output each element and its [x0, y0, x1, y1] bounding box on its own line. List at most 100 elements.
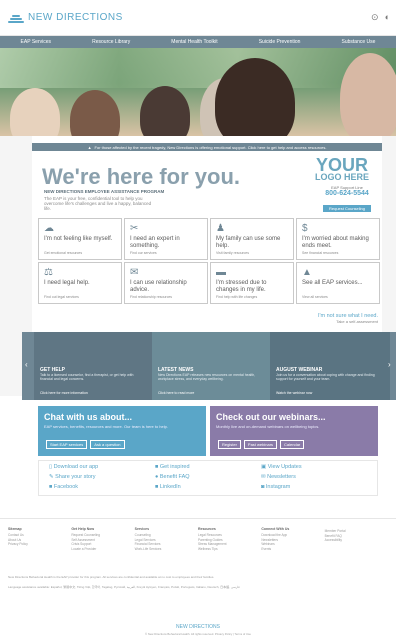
- calendar-button[interactable]: Calendar: [280, 440, 305, 449]
- tile-link[interactable]: Find our services: [130, 251, 157, 255]
- quick-link-instagram[interactable]: ◙ Instagram: [261, 484, 367, 494]
- hero-person: [70, 90, 120, 136]
- money-icon: $: [302, 223, 308, 234]
- hero-person: [340, 53, 396, 136]
- footer-bottom: NEW DIRECTIONS © New Directions Behavior…: [0, 624, 396, 636]
- tile-expert[interactable]: ✂ I need an expert in something. Find our …: [124, 218, 208, 260]
- tile-link[interactable]: Visit family resources: [216, 251, 249, 255]
- footer-link[interactable]: Work-Life Services: [135, 547, 198, 552]
- quick-link-label: Instagram: [265, 484, 291, 490]
- carousel-prev-icon[interactable]: ‹: [25, 360, 28, 369]
- quick-link-story[interactable]: ✎ Share your story: [49, 474, 155, 484]
- logo-mark-icon: [8, 13, 24, 23]
- carousel-link[interactable]: Click here to read more: [158, 391, 194, 395]
- quick-link-label: Download our app: [53, 464, 99, 470]
- support-phone[interactable]: 800-624-5544: [322, 190, 372, 197]
- tile-link[interactable]: See financial resources: [302, 251, 338, 255]
- quick-link-updates[interactable]: ▣ View Updates: [261, 464, 367, 474]
- hero-background: [0, 48, 396, 88]
- family-icon: ♟: [216, 223, 225, 234]
- quick-link-label: Benefit FAQ: [159, 474, 190, 480]
- main-nav: EAP Services Resource Library Mental Hea…: [0, 36, 396, 48]
- quick-link-label: Get inspired: [159, 464, 190, 470]
- register-button[interactable]: Register: [218, 440, 241, 449]
- footer-link[interactable]: Privacy Policy: [8, 542, 71, 547]
- tile-relationship[interactable]: ✉ I can use relationship advice. Find rela…: [124, 262, 208, 304]
- program-title: NEW DIRECTIONS EMPLOYEE ASSISTANCE PROGR…: [44, 189, 165, 194]
- program-description: The EAP is your free, confidential tool …: [44, 196, 152, 211]
- client-logo-line2: LOGO HERE: [314, 172, 369, 182]
- client-logo: YOUR LOGO HERE: [312, 156, 372, 182]
- brand-logo[interactable]: NEW DIRECTIONS: [8, 12, 123, 23]
- footer-logo[interactable]: NEW DIRECTIONS: [0, 624, 396, 630]
- past-webinars-button[interactable]: Past webinars: [243, 440, 278, 449]
- hero-image: [0, 48, 396, 136]
- ask-question-button[interactable]: Ask a question: [90, 440, 125, 449]
- carousel-next-icon[interactable]: ›: [388, 360, 391, 369]
- nav-item-mental-health[interactable]: Mental Health Toolkit: [171, 39, 217, 45]
- footer-col-head: Connect With Us: [261, 527, 290, 531]
- quick-link-faq[interactable]: ● Benefit FAQ: [155, 474, 261, 484]
- tile-family[interactable]: ♟ My family can use some help. Visit famil…: [210, 218, 294, 260]
- tile-link[interactable]: Get emotional resources: [44, 251, 82, 255]
- carousel-panel-get-help[interactable]: GET HELP Talk to a licensed counselor, f…: [34, 332, 154, 400]
- carousel-desc: Talk to a licensed counselor, find a the…: [40, 373, 134, 381]
- quick-link-label: Newsletters: [267, 474, 296, 480]
- hero-box: We're here for you. NEW DIRECTIONS EMPLO…: [32, 151, 382, 212]
- warning-icon: ▲: [87, 144, 92, 150]
- footer-col: Sitemap Contact Us About Us Privacy Poli…: [8, 527, 71, 551]
- webinar-card-title: Check out our webinars...: [216, 412, 326, 422]
- top-icons: ⊙ ◐: [371, 12, 390, 23]
- top-bar: NEW DIRECTIONS ⊙ ◐: [0, 0, 396, 36]
- carousel-link[interactable]: Watch the webinar now: [276, 391, 312, 395]
- quick-link-app[interactable]: ▯ Download our app: [49, 464, 155, 474]
- chat-card-desc: EAP services, benefits, resources and mo…: [44, 424, 168, 429]
- tile-text: I need an expert in something.: [130, 236, 180, 249]
- carousel-panel-webinar[interactable]: AUGUST WEBINAR Join us for a conversatio…: [270, 332, 390, 400]
- carousel-panel-news[interactable]: LATEST NEWS New Directions EAP releases …: [152, 332, 272, 400]
- page-title: We're here for you.: [42, 164, 240, 189]
- footer-link[interactable]: Locate a Provider: [71, 547, 134, 552]
- tile-stress[interactable]: ▬ I'm stressed due to changes in my life.…: [210, 262, 294, 304]
- tile-not-feeling-myself[interactable]: ☁ I'm not feeling like myself. Get emotion…: [38, 218, 122, 260]
- tile-text: I'm stressed due to changes in my life.: [216, 280, 267, 293]
- chat-card[interactable]: Chat with us about... EAP services, bene…: [38, 406, 206, 456]
- alert-banner[interactable]: ▲ For those affected by the recent trage…: [32, 143, 382, 151]
- tile-link[interactable]: View all services: [302, 295, 328, 299]
- footer-link[interactable]: Accessibility: [325, 538, 388, 543]
- webinar-card[interactable]: Check out our webinars... Monthly live a…: [210, 406, 378, 456]
- nav-item-suicide-prevention[interactable]: Suicide Prevention: [259, 39, 301, 45]
- hero-person: [140, 86, 190, 136]
- nav-item-substance-use[interactable]: Substance Use: [342, 39, 376, 45]
- cta-cards: Chat with us about... EAP services, bene…: [38, 406, 378, 456]
- tile-all-services[interactable]: ▲ See all EAP services... View all service…: [296, 262, 380, 304]
- request-counseling-button[interactable]: Request Counseling: [322, 205, 372, 212]
- tile-finances[interactable]: $ I'm worried about making ends meet. See …: [296, 218, 380, 260]
- start-eap-button[interactable]: Start EAP services: [46, 440, 88, 449]
- quick-link-newsletters[interactable]: ✉ Newsletters: [261, 474, 367, 484]
- tile-legal[interactable]: ⚖ I need legal help. Find out legal servic…: [38, 262, 122, 304]
- footer-link[interactable]: Events: [261, 547, 324, 552]
- footer-link[interactable]: Wellness Tips: [198, 547, 261, 552]
- language-assistance[interactable]: Language assistance available: Español, …: [8, 585, 388, 589]
- tile-link[interactable]: Find out legal services: [44, 295, 79, 299]
- brand-name: NEW DIRECTIONS: [28, 12, 123, 23]
- tile-link[interactable]: Find help with life changes: [216, 295, 257, 299]
- globe-icon[interactable]: ◐: [385, 12, 390, 23]
- footer-note: New Directions Behavioral Health is the …: [8, 575, 215, 579]
- video-icon: ▣: [261, 464, 268, 470]
- quick-links: ▯ Download our app ■ Get inspired ▣ View…: [38, 460, 378, 496]
- quick-link-inspired[interactable]: ■ Get inspired: [155, 464, 261, 474]
- self-assessment-link[interactable]: Take a self-assessment: [318, 319, 378, 324]
- nav-item-resource-library[interactable]: Resource Library: [92, 39, 130, 45]
- tile-link[interactable]: Find relationship resources: [130, 295, 172, 299]
- carousel-desc: New Directions EAP releases new resource…: [158, 373, 256, 381]
- footer-col-head: Services: [134, 527, 150, 531]
- location-icon[interactable]: ⊙: [371, 12, 379, 23]
- quick-link-linkedin[interactable]: ■ LinkedIn: [155, 484, 261, 494]
- carousel-link[interactable]: Click here for more information: [40, 391, 88, 395]
- news-carousel: ‹ GET HELP Talk to a licensed counselor,…: [22, 332, 396, 400]
- quick-link-facebook[interactable]: ■ Facebook: [49, 484, 155, 494]
- nav-item-eap-services[interactable]: EAP Services: [21, 39, 51, 45]
- tools-icon: ✂: [130, 223, 139, 234]
